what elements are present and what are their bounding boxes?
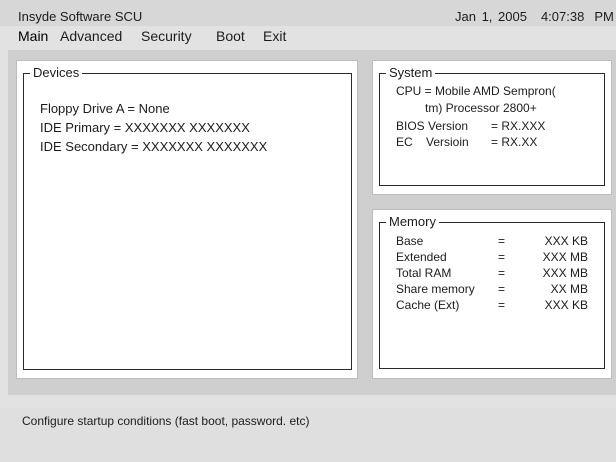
menu-item-advanced[interactable]: Advanced <box>60 28 122 44</box>
memory-value-extended: XXX MB <box>542 250 588 264</box>
memory-eq-share-memory: = <box>498 282 506 296</box>
memory-value-share-memory: XX MB <box>550 282 588 296</box>
memory-eq-extended: = <box>498 250 506 264</box>
help-bar: Configure startup conditions (fast boot,… <box>0 408 616 462</box>
memory-label-cache-ext: Cache (Ext) <box>396 298 460 312</box>
date-display: Jan 1, 2005 <box>455 9 527 24</box>
ide-secondary-value: IDE Secondary = XXXXXXX XXXXXXX <box>40 139 268 154</box>
help-text: Configure startup conditions (fast boot,… <box>22 414 310 428</box>
ec-version-value: = RX.XX <box>491 135 538 149</box>
system-panel: System CPU = Mobile AMD Sempron( tm) Pro… <box>372 60 612 195</box>
devices-legend: Devices <box>30 65 83 81</box>
title-bar: Insyde Software SCU Jan 1, 2005 4:07:38 PM <box>0 0 616 26</box>
memory-label-base: Base <box>396 234 424 248</box>
memory-value-total-ram: XXX MB <box>542 266 588 280</box>
menu-item-security[interactable]: Security <box>141 28 192 44</box>
memory-value-cache-ext: XXX KB <box>544 298 588 312</box>
floppy-drive-a-value: Floppy Drive A = None <box>40 101 170 116</box>
memory-eq-base: = <box>498 234 506 248</box>
menu-item-exit[interactable]: Exit <box>263 28 286 44</box>
menu-item-boot[interactable]: Boot <box>216 28 245 44</box>
system-legend: System <box>386 65 436 81</box>
memory-label-total-ram: Total RAM <box>396 266 452 280</box>
devices-frame: Devices <box>23 65 352 370</box>
memory-label-extended: Extended <box>396 250 447 264</box>
memory-label-share-memory: Share memory <box>396 282 475 296</box>
memory-legend: Memory <box>386 214 439 230</box>
memory-eq-cache-ext: = <box>498 298 506 312</box>
memory-eq-total-ram: = <box>498 266 506 280</box>
ec-version-label: EC Versioin <box>396 135 469 149</box>
devices-panel: Devices Floppy Drive A = None IDE Primar… <box>16 60 358 379</box>
memory-value-base: XXX KB <box>544 234 588 248</box>
time-display: 4:07:38 <box>540 9 585 24</box>
bios-version-label: BIOS Version <box>396 119 469 133</box>
memory-panel: Memory Base = XXX KB Extended = XXX MB T… <box>372 209 612 379</box>
cpu-line-1: CPU = Mobile AMD Sempron( <box>396 84 556 98</box>
bios-version-value: = RX.XXX <box>491 119 546 133</box>
clock: Jan 1, 2005 4:07:38 PM <box>455 9 614 24</box>
app-title: Insyde Software SCU <box>18 9 143 24</box>
ampm-display: PM <box>594 9 614 24</box>
ide-primary-value: IDE Primary = XXXXXXX XXXXXXX <box>40 120 250 135</box>
menu-bar: Main Advanced Security Boot Exit <box>0 26 616 46</box>
menu-item-main[interactable]: Main <box>18 28 48 44</box>
cpu-line-2: tm) Processor 2800+ <box>425 101 537 115</box>
